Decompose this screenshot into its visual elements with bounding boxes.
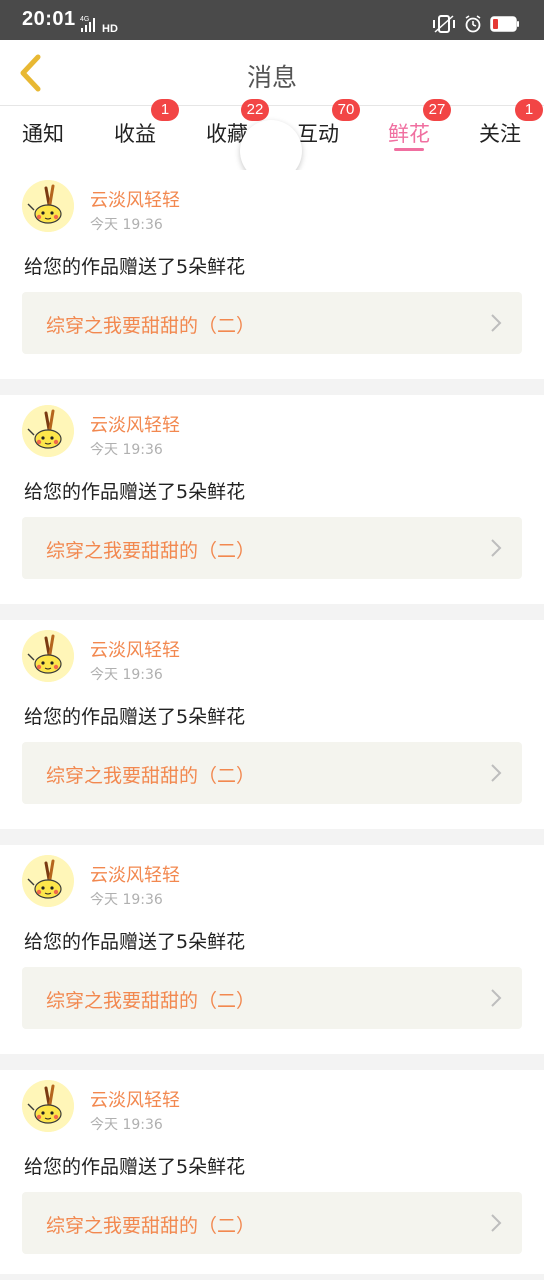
pikachu-avatar-icon [22,180,74,232]
page-title: 消息 [246,63,297,92]
message-text: 给您的作品赠送了5朵鲜花 [24,256,246,278]
tab-notifications[interactable]: 通知 [8,106,78,156]
work-link[interactable]: 综穿之我要甜甜的（二） [22,292,522,354]
status-bar: 20:01 4G HD [0,0,544,40]
active-tab-indicator [394,148,424,151]
tab-label: 通知 [22,122,64,146]
tab-badge: 1 [515,99,543,121]
pikachu-avatar-icon [22,405,74,457]
work-link[interactable]: 综穿之我要甜甜的（二） [22,967,522,1029]
timestamp: 今天 19:36 [90,442,163,458]
avatar[interactable] [22,855,74,907]
tab-label: 鲜花 [388,122,430,146]
tab-label: 关注 [479,122,521,146]
username[interactable]: 云淡风轻轻 [90,861,180,887]
message-card: 云淡风轻轻 今天 19:36 给您的作品赠送了5朵鲜花 综穿之我要甜甜的（二） [0,1070,544,1280]
message-card: 云淡风轻轻 今天 19:36 给您的作品赠送了5朵鲜花 综穿之我要甜甜的（二） [0,620,544,845]
avatar[interactable] [22,630,74,682]
work-link[interactable]: 综穿之我要甜甜的（二） [22,1192,522,1254]
signal-4g-icon: 4G HD [80,16,118,35]
alarm-icon [465,15,481,33]
timestamp: 今天 19:36 [90,217,163,233]
chevron-right-icon [491,1214,502,1232]
work-title: 综穿之我要甜甜的（二） [46,765,256,787]
tab-badge: 1 [151,99,179,121]
message-card: 云淡风轻轻 今天 19:36 给您的作品赠送了5朵鲜花 综穿之我要甜甜的（二） [0,395,544,620]
work-title: 综穿之我要甜甜的（二） [46,1215,256,1237]
timestamp: 今天 19:36 [90,892,163,908]
message-text: 给您的作品赠送了5朵鲜花 [24,706,246,728]
work-title: 综穿之我要甜甜的（二） [46,990,256,1012]
message-card: 云淡风轻轻 今天 19:36 给您的作品赠送了5朵鲜花 综穿之我要甜甜的（二） [0,845,544,1070]
tab-badge: 27 [423,99,451,121]
svg-text:4G: 4G [80,16,89,23]
chevron-right-icon [491,764,502,782]
avatar[interactable] [22,1080,74,1132]
username[interactable]: 云淡风轻轻 [90,1086,180,1112]
svg-text:HD: HD [102,23,118,34]
status-time: 20:01 [22,8,76,30]
tab-follows[interactable]: 关注 1 [465,99,543,156]
pikachu-avatar-icon [22,1080,74,1132]
battery-low-icon [490,16,519,32]
username[interactable]: 云淡风轻轻 [90,186,180,212]
vibrate-icon [433,15,455,33]
chevron-right-icon [491,314,502,332]
username[interactable]: 云淡风轻轻 [90,411,180,437]
chevron-right-icon [491,989,502,1007]
timestamp: 今天 19:36 [90,1117,163,1133]
message-text: 给您的作品赠送了5朵鲜花 [24,931,246,953]
message-card: 云淡风轻轻 今天 19:36 给您的作品赠送了5朵鲜花 综穿之我要甜甜的（二） [0,170,544,395]
message-list: 云淡风轻轻 今天 19:36 给您的作品赠送了5朵鲜花 综穿之我要甜甜的（二） [0,170,544,1280]
tab-earnings[interactable]: 收益 1 [100,99,179,156]
tab-badge: 22 [241,99,269,121]
pikachu-avatar-icon [22,855,74,907]
avatar[interactable] [22,180,74,232]
tab-label: 收益 [114,122,156,146]
username[interactable]: 云淡风轻轻 [90,636,180,662]
tab-flowers[interactable]: 鲜花 27 [374,99,451,156]
message-text: 给您的作品赠送了5朵鲜花 [24,1156,246,1178]
timestamp: 今天 19:36 [90,667,163,683]
work-title: 综穿之我要甜甜的（二） [46,315,256,337]
work-link[interactable]: 综穿之我要甜甜的（二） [22,742,522,804]
nav-bar: 消息 [0,40,544,106]
chevron-right-icon [491,539,502,557]
pikachu-avatar-icon [22,630,74,682]
status-left-icons: 4G HD [80,14,122,35]
tab-badge: 70 [332,99,360,121]
status-right-icons [432,14,520,34]
message-text: 给您的作品赠送了5朵鲜花 [24,481,246,503]
avatar[interactable] [22,405,74,457]
work-link[interactable]: 综穿之我要甜甜的（二） [22,517,522,579]
work-title: 综穿之我要甜甜的（二） [46,540,256,562]
